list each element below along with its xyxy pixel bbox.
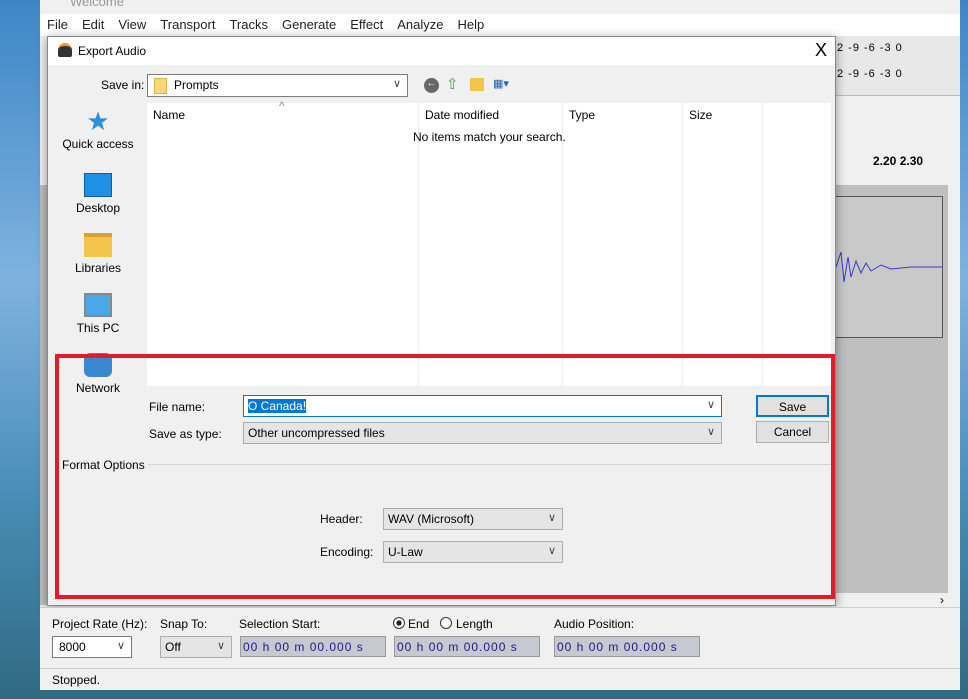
length-radio[interactable] [440, 617, 452, 629]
column-header-date[interactable]: Date modified [418, 103, 562, 386]
highlight-rectangle [55, 354, 835, 599]
play-meter[interactable]: 2 -9 -6 -3 0 [835, 62, 960, 96]
places-bar: ★ Quick access Desktop Libraries This PC … [53, 103, 143, 395]
star-icon: ★ [86, 106, 110, 136]
menu-effect[interactable]: Effect [343, 14, 390, 36]
nav-quick-access[interactable]: ★ Quick access [53, 106, 143, 151]
nav-libraries[interactable]: Libraries [53, 233, 143, 275]
libraries-icon [84, 233, 112, 257]
save-in-dropdown[interactable]: Prompts ∨ [147, 74, 408, 97]
menu-help[interactable]: Help [450, 14, 491, 36]
column-header-type[interactable]: Type [562, 103, 682, 386]
menu-view[interactable]: View [111, 14, 153, 36]
selection-start-label: Selection Start: [239, 617, 321, 631]
desktop-icon [84, 173, 112, 197]
menu-file[interactable]: File [40, 14, 75, 36]
save-in-value: Prompts [174, 78, 219, 92]
close-button[interactable]: X [815, 40, 827, 61]
timeline[interactable]: 2.20 2.30 [835, 150, 960, 180]
selection-start-time[interactable]: 00 h 00 m 00.000 s [240, 636, 386, 657]
project-rate-label: Project Rate (Hz): [52, 617, 148, 631]
audio-position-time[interactable]: 00 h 00 m 00.000 s [554, 636, 700, 657]
status-bar: Stopped. [40, 668, 960, 690]
audio-position-label: Audio Position: [554, 617, 635, 631]
file-list[interactable]: ^ Name Date modified Type Size No items … [147, 99, 831, 386]
menu-bar: File Edit View Transport Tracks Generate… [40, 14, 960, 36]
headphones-icon [58, 43, 72, 57]
menu-generate[interactable]: Generate [275, 14, 343, 36]
horizontal-scrollbar[interactable]: › [835, 593, 960, 607]
app-title: Welcome [70, 0, 124, 9]
selection-end-time[interactable]: 00 h 00 m 00.000 s [394, 636, 540, 657]
folder-icon [154, 78, 167, 94]
empty-message: No items match your search. [413, 130, 566, 144]
end-label: End [408, 617, 430, 631]
menu-transport[interactable]: Transport [153, 14, 222, 36]
column-header-size[interactable]: Size [682, 103, 762, 386]
end-radio[interactable] [393, 617, 405, 629]
project-rate-dropdown[interactable]: 8000 ∨ [52, 636, 132, 658]
vertical-scrollbar[interactable] [948, 185, 960, 605]
snap-to-label: Snap To: [160, 617, 208, 631]
computer-icon [84, 293, 112, 317]
audio-track[interactable] [835, 196, 943, 338]
nav-this-pc[interactable]: This PC [53, 293, 143, 335]
chevron-down-icon: ∨ [116, 640, 125, 652]
dialog-title-bar: Export Audio X [48, 37, 835, 65]
column-header-name[interactable]: Name [147, 103, 418, 386]
status-text: Stopped. [52, 673, 101, 687]
up-folder-icon[interactable]: ⇧ [446, 75, 459, 93]
new-folder-icon[interactable] [470, 78, 484, 91]
selection-toolbar: Project Rate (Hz): 8000 ∨ Snap To: Off ∨ S… [40, 607, 960, 667]
snap-to-dropdown[interactable]: Off ∨ [160, 636, 232, 658]
save-in-label: Save in: [101, 78, 145, 92]
dialog-title: Export Audio [78, 44, 147, 58]
length-label: Length [456, 617, 493, 631]
menu-analyze[interactable]: Analyze [390, 14, 450, 36]
menu-tracks[interactable]: Tracks [222, 14, 275, 36]
chevron-down-icon: ∨ [216, 640, 225, 652]
back-icon[interactable]: ← [424, 78, 439, 93]
menu-edit[interactable]: Edit [75, 14, 111, 36]
chevron-down-icon: ∨ [392, 78, 401, 90]
nav-desktop[interactable]: Desktop [53, 173, 143, 215]
view-menu-icon[interactable]: ▦▾ [493, 77, 517, 92]
column-spacer [762, 103, 831, 386]
